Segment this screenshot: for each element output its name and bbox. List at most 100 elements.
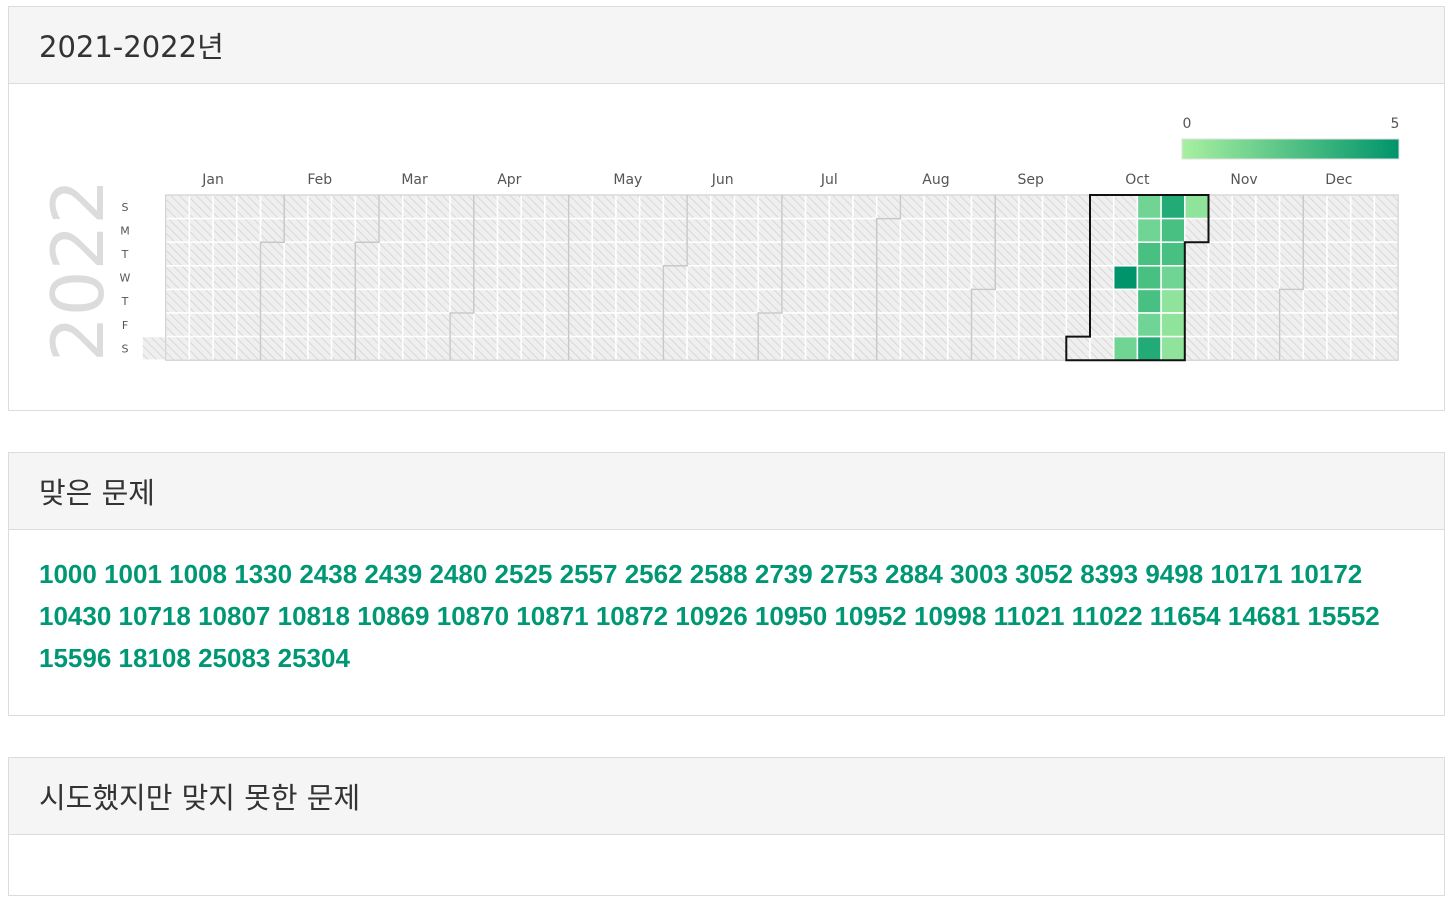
problem-link[interactable]: 2439 [364, 559, 422, 589]
day-cell [1349, 335, 1376, 361]
problem-link[interactable]: 25304 [278, 643, 350, 673]
problem-link[interactable]: 10171 [1210, 559, 1282, 589]
problem-link[interactable]: 2739 [755, 559, 813, 589]
problem-link[interactable]: 10998 [914, 601, 986, 631]
problem-link[interactable]: 15596 [39, 643, 111, 673]
day-cell [1112, 217, 1139, 243]
day-cell [994, 194, 1020, 220]
day-cell [259, 217, 285, 243]
day-cell [1018, 312, 1044, 338]
problem-link[interactable]: 2438 [299, 559, 357, 589]
problem-link[interactable]: 2753 [820, 559, 878, 589]
failed-panel-title: 시도했지만 맞지 못한 문제 [9, 758, 1444, 835]
problem-link[interactable]: 2557 [560, 559, 618, 589]
day-cell [733, 217, 759, 243]
problem-link[interactable]: 2588 [690, 559, 748, 589]
weekday-label: W [120, 272, 131, 285]
problem-link[interactable]: 10807 [198, 601, 270, 631]
problem-link[interactable]: 18108 [119, 643, 191, 673]
day-cell [212, 241, 238, 267]
problem-link[interactable]: 10430 [39, 601, 111, 631]
problem-link[interactable]: 11654 [1150, 601, 1221, 631]
day-cell [1184, 194, 1210, 220]
day-cell [710, 241, 736, 267]
day-cell [212, 217, 238, 243]
day-cell [236, 217, 262, 243]
problem-link[interactable]: 11021 [994, 601, 1065, 631]
problem-link[interactable]: 10818 [278, 601, 350, 631]
day-cell [899, 217, 925, 243]
day-cell [425, 265, 451, 291]
problem-link[interactable]: 10871 [516, 601, 588, 631]
problem-link[interactable]: 1330 [234, 559, 292, 589]
problem-link[interactable]: 10950 [755, 601, 827, 631]
day-cell [638, 288, 665, 314]
day-cell [1207, 335, 1233, 361]
day-cell [307, 312, 333, 338]
day-cell [1065, 265, 1091, 291]
day-cell [994, 241, 1020, 267]
day-cell [259, 312, 285, 338]
problem-link[interactable]: 2480 [429, 559, 487, 589]
problem-link[interactable]: 10870 [437, 601, 509, 631]
day-cell [757, 335, 783, 361]
day-cell [449, 288, 475, 314]
day-cell [212, 194, 238, 220]
problem-link[interactable]: 1000 [39, 559, 97, 589]
day-cell [236, 265, 262, 291]
day-cell [378, 241, 404, 267]
day-cell [330, 194, 357, 220]
day-cell [212, 312, 238, 338]
problem-link[interactable]: 14681 [1228, 601, 1300, 631]
month-label: Apr [497, 172, 521, 188]
day-cell [875, 335, 902, 361]
day-cell [615, 217, 641, 243]
problem-link[interactable]: 1008 [169, 559, 227, 589]
day-cell [1041, 265, 1068, 291]
problem-link[interactable]: 10718 [119, 601, 191, 631]
day-cell [1207, 265, 1233, 291]
problem-link[interactable]: 2884 [885, 559, 943, 589]
day-cell [899, 194, 925, 220]
weekday-label: S [122, 342, 129, 355]
day-cell [164, 217, 191, 243]
day-cell [164, 241, 191, 267]
day-cell [354, 288, 380, 314]
day-cell [852, 241, 878, 267]
problem-link[interactable]: 1001 [104, 559, 162, 589]
day-cell [1373, 265, 1399, 291]
problem-link[interactable]: 2562 [625, 559, 683, 589]
problem-link[interactable]: 8393 [1080, 559, 1138, 589]
day-cell [1255, 335, 1281, 361]
day-cell [307, 241, 333, 267]
problem-link[interactable]: 10926 [675, 601, 747, 631]
day-cell [401, 194, 428, 220]
problem-link[interactable]: 3052 [1015, 559, 1073, 589]
day-cell [236, 288, 262, 314]
day-cell [970, 194, 996, 220]
day-cell [1112, 335, 1139, 361]
problem-link[interactable]: 10172 [1290, 559, 1362, 589]
solved-panel: 맞은 문제 1000 1001 1008 1330 2438 2439 2480… [8, 452, 1445, 716]
problem-link[interactable]: 9498 [1145, 559, 1203, 589]
problem-link[interactable]: 15552 [1307, 601, 1379, 631]
problem-link[interactable]: 10952 [834, 601, 906, 631]
solved-problem-list: 1000 1001 1008 1330 2438 2439 2480 2525 … [39, 553, 1429, 679]
problem-link[interactable]: 2525 [495, 559, 553, 589]
day-cell [307, 194, 333, 220]
problem-link[interactable]: 25083 [198, 643, 270, 673]
problem-link[interactable]: 10869 [357, 601, 429, 631]
problem-link[interactable]: 10872 [596, 601, 668, 631]
day-cell [947, 217, 973, 243]
day-cell [1089, 335, 1115, 361]
day-cell [236, 312, 262, 338]
problem-link[interactable]: 3003 [950, 559, 1008, 589]
day-cell [283, 265, 309, 291]
day-cell [567, 241, 594, 267]
problem-link[interactable]: 11022 [1072, 601, 1143, 631]
day-cell [1255, 288, 1281, 314]
day-cell [354, 241, 380, 267]
month-label: Feb [307, 172, 332, 188]
day-cell [1184, 335, 1210, 361]
day-cell [923, 217, 949, 243]
